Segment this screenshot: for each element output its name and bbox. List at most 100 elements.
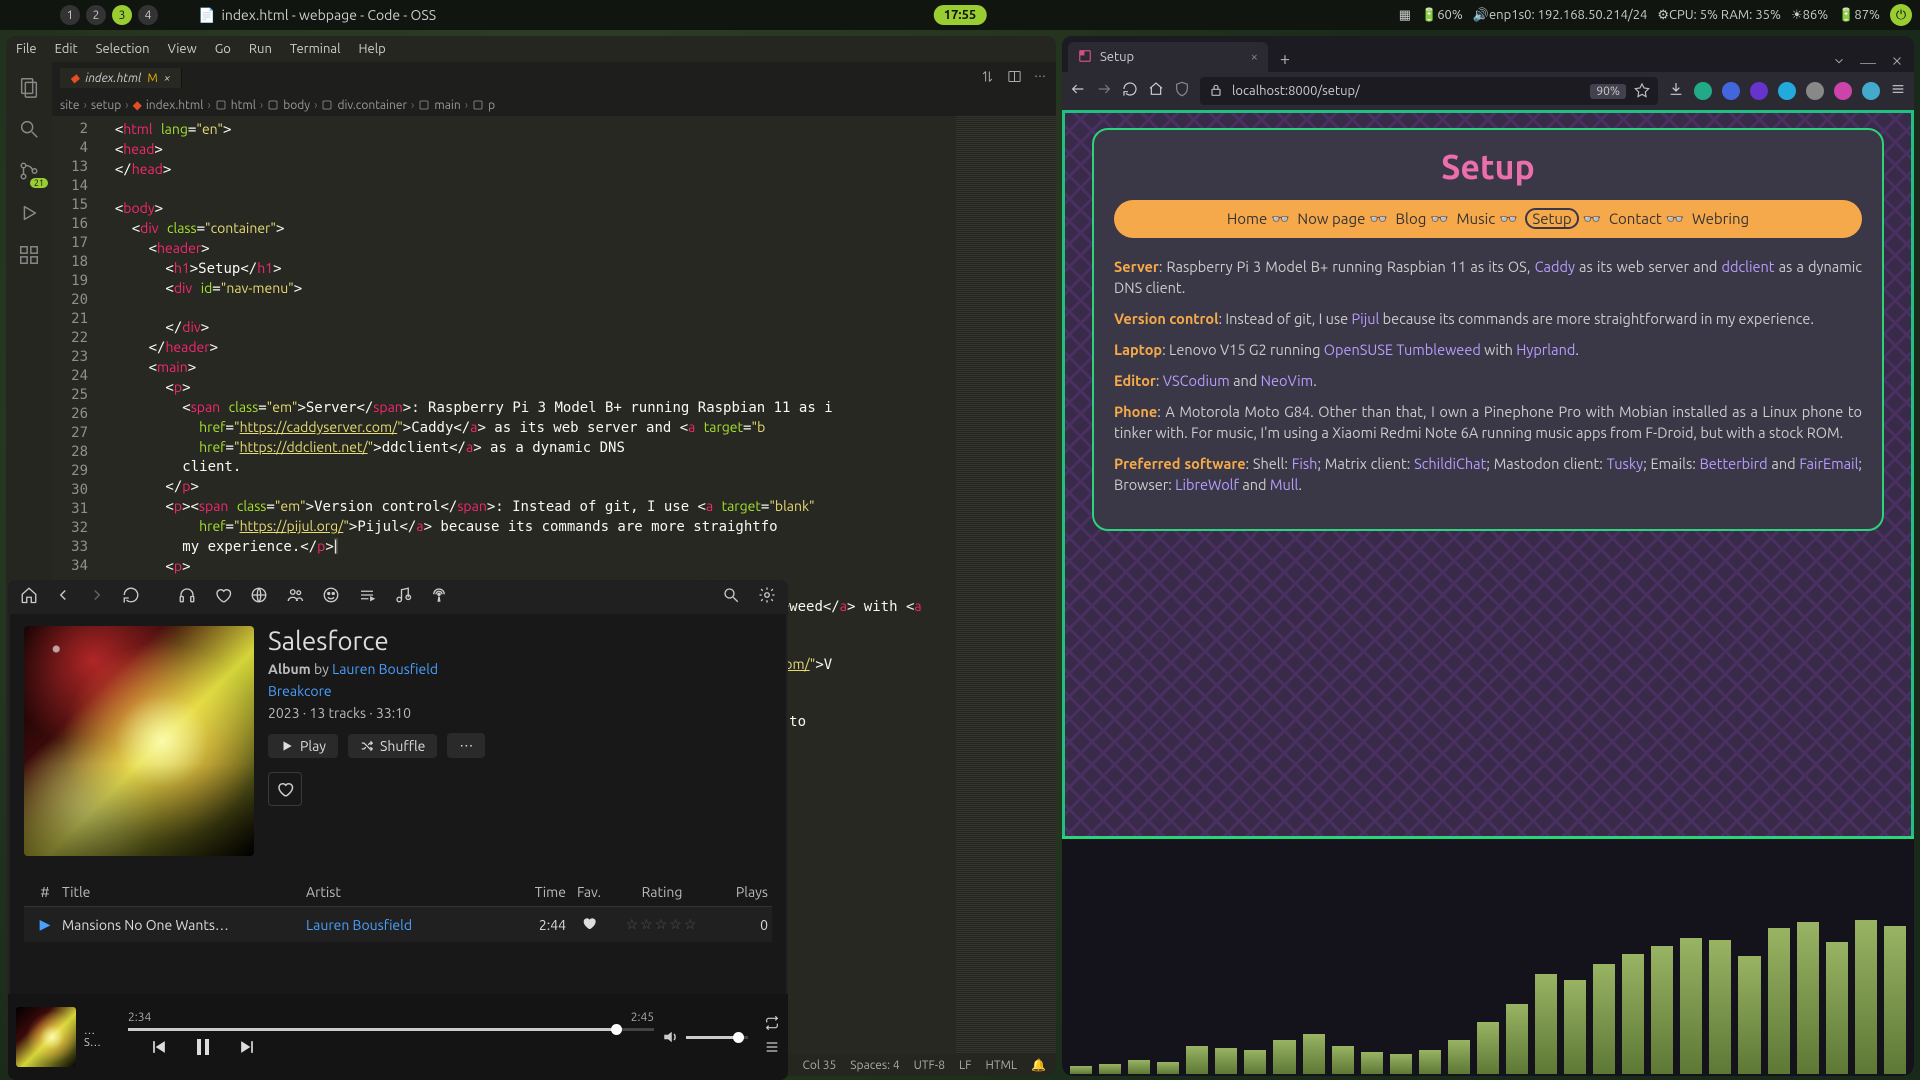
songs-icon[interactable] xyxy=(394,586,412,608)
ext-icon[interactable] xyxy=(1862,82,1880,100)
settings-icon[interactable] xyxy=(758,586,776,608)
breadcrumb[interactable]: site› setup› ◆ index.html› html› body› d… xyxy=(52,94,1056,116)
menu-selection[interactable]: Selection xyxy=(96,42,150,56)
nav-now[interactable]: Now page xyxy=(1297,210,1365,227)
diff-icon[interactable] xyxy=(980,69,995,87)
shuffle-button[interactable]: Shuffle xyxy=(348,734,437,758)
reload-button[interactable] xyxy=(1122,81,1138,101)
link-fairemail[interactable]: FairEmail xyxy=(1799,455,1858,472)
back-icon[interactable] xyxy=(54,586,72,608)
link-ddclient[interactable]: ddclient xyxy=(1721,258,1774,275)
zoom-level[interactable]: 90% xyxy=(1590,84,1626,99)
menu-file[interactable]: File xyxy=(16,42,37,56)
search-icon[interactable] xyxy=(722,586,740,608)
hamburger-menu-icon[interactable] xyxy=(1890,81,1906,101)
favorite-album-button[interactable] xyxy=(268,772,302,806)
rating-stars[interactable]: ☆☆☆☆☆ xyxy=(612,916,712,933)
status-lang[interactable]: HTML xyxy=(985,1059,1017,1072)
close-tab-icon[interactable]: × xyxy=(164,72,171,85)
favorites-icon[interactable] xyxy=(214,586,232,608)
prev-track-button[interactable] xyxy=(149,1037,169,1061)
downloads-icon[interactable] xyxy=(1668,81,1684,101)
now-playing-art[interactable] xyxy=(16,1007,76,1067)
more-actions-icon[interactable]: ⋯ xyxy=(1034,69,1046,87)
link-opensuse[interactable]: OpenSUSE Tumbleweed xyxy=(1324,341,1481,358)
search-icon[interactable] xyxy=(18,118,40,140)
notifications-icon[interactable]: 🔔 xyxy=(1031,1058,1046,1072)
workspace-4[interactable]: 4 xyxy=(138,5,158,25)
nav-contact[interactable]: Contact xyxy=(1609,210,1662,227)
more-button[interactable]: ⋯ xyxy=(447,733,485,758)
queue-list-icon[interactable] xyxy=(764,1039,780,1059)
link-librewolf[interactable]: LibreWolf xyxy=(1175,476,1239,493)
list-tabs-icon[interactable] xyxy=(1832,54,1846,72)
artist-link[interactable]: Lauren Bousfield xyxy=(332,661,438,677)
nav-webring[interactable]: Webring xyxy=(1692,210,1749,227)
explorer-icon[interactable] xyxy=(18,76,40,98)
podcasts-icon[interactable] xyxy=(430,586,448,608)
menu-help[interactable]: Help xyxy=(358,42,385,56)
extensions-icon[interactable] xyxy=(18,244,40,266)
progress-bar[interactable] xyxy=(128,1028,654,1031)
status-eol[interactable]: LF xyxy=(959,1059,971,1072)
link-neovim[interactable]: NeoVim xyxy=(1261,372,1314,389)
track-row[interactable]: ▶ Mansions No One Wants… Lauren Bousfiel… xyxy=(24,907,772,942)
nav-blog[interactable]: Blog xyxy=(1395,210,1426,227)
nav-setup[interactable]: Setup xyxy=(1525,208,1578,229)
play-button[interactable]: Play xyxy=(268,734,338,758)
repeat-icon[interactable] xyxy=(764,1015,780,1035)
menu-go[interactable]: Go xyxy=(215,42,231,56)
power-button[interactable]: ⏻ xyxy=(1890,4,1912,26)
workspace-3[interactable]: 3 xyxy=(112,5,132,25)
link-mull[interactable]: Mull xyxy=(1270,476,1299,493)
explore-icon[interactable] xyxy=(250,586,268,608)
link-vscodium[interactable]: VSCodium xyxy=(1163,372,1230,389)
artists-icon[interactable] xyxy=(286,586,304,608)
nav-home[interactable]: Home xyxy=(1227,210,1267,227)
status-encoding[interactable]: UTF-8 xyxy=(914,1059,945,1072)
bookmark-icon[interactable] xyxy=(1634,82,1650,101)
pause-button[interactable] xyxy=(191,1035,215,1063)
close-window-icon[interactable] xyxy=(1890,54,1904,72)
genre-link[interactable]: Breakcore xyxy=(268,683,332,699)
new-tab-button[interactable]: + xyxy=(1272,46,1298,72)
ext-icon[interactable] xyxy=(1834,82,1852,100)
home-icon[interactable] xyxy=(20,586,38,608)
nav-music[interactable]: Music xyxy=(1456,210,1495,227)
status-col[interactable]: Col 35 xyxy=(802,1059,836,1072)
minimap[interactable] xyxy=(956,116,1056,1054)
browser-tab[interactable]: Setup × xyxy=(1068,42,1268,72)
link-hyprland[interactable]: Hyprland xyxy=(1516,341,1575,358)
headphones-icon[interactable] xyxy=(178,586,196,608)
queue-icon[interactable] xyxy=(358,586,376,608)
home-button[interactable] xyxy=(1148,81,1164,101)
link-caddy[interactable]: Caddy xyxy=(1535,258,1575,275)
split-editor-icon[interactable] xyxy=(1007,69,1022,87)
source-control-icon[interactable] xyxy=(18,160,40,182)
volume-control[interactable] xyxy=(662,1028,748,1046)
workspace-1[interactable]: 1 xyxy=(60,5,80,25)
reload-icon[interactable] xyxy=(122,586,140,608)
menu-edit[interactable]: Edit xyxy=(55,42,78,56)
forward-button[interactable] xyxy=(1096,81,1112,101)
run-debug-icon[interactable] xyxy=(18,202,40,224)
link-pijul[interactable]: Pijul xyxy=(1352,310,1380,327)
community-icon[interactable] xyxy=(322,586,340,608)
ext-icon[interactable] xyxy=(1806,82,1824,100)
forward-icon[interactable] xyxy=(88,586,106,608)
ext-icon[interactable] xyxy=(1694,82,1712,100)
url-input[interactable]: localhost:8000/setup/ 90% xyxy=(1200,77,1658,105)
ext-icon[interactable] xyxy=(1750,82,1768,100)
minimize-icon[interactable]: — xyxy=(1860,54,1876,72)
album-art[interactable] xyxy=(24,626,254,856)
shield-icon[interactable] xyxy=(1174,81,1190,101)
tab-index-html[interactable]: ◆ index.html M × xyxy=(60,68,182,88)
ext-icon[interactable] xyxy=(1722,82,1740,100)
menu-view[interactable]: View xyxy=(168,42,197,56)
link-schildichat[interactable]: SchildiChat xyxy=(1414,455,1486,472)
status-spaces[interactable]: Spaces: 4 xyxy=(850,1059,899,1072)
ext-icon[interactable] xyxy=(1778,82,1796,100)
menu-terminal[interactable]: Terminal xyxy=(290,42,341,56)
back-button[interactable] xyxy=(1070,81,1086,101)
link-tusky[interactable]: Tusky xyxy=(1607,455,1644,472)
